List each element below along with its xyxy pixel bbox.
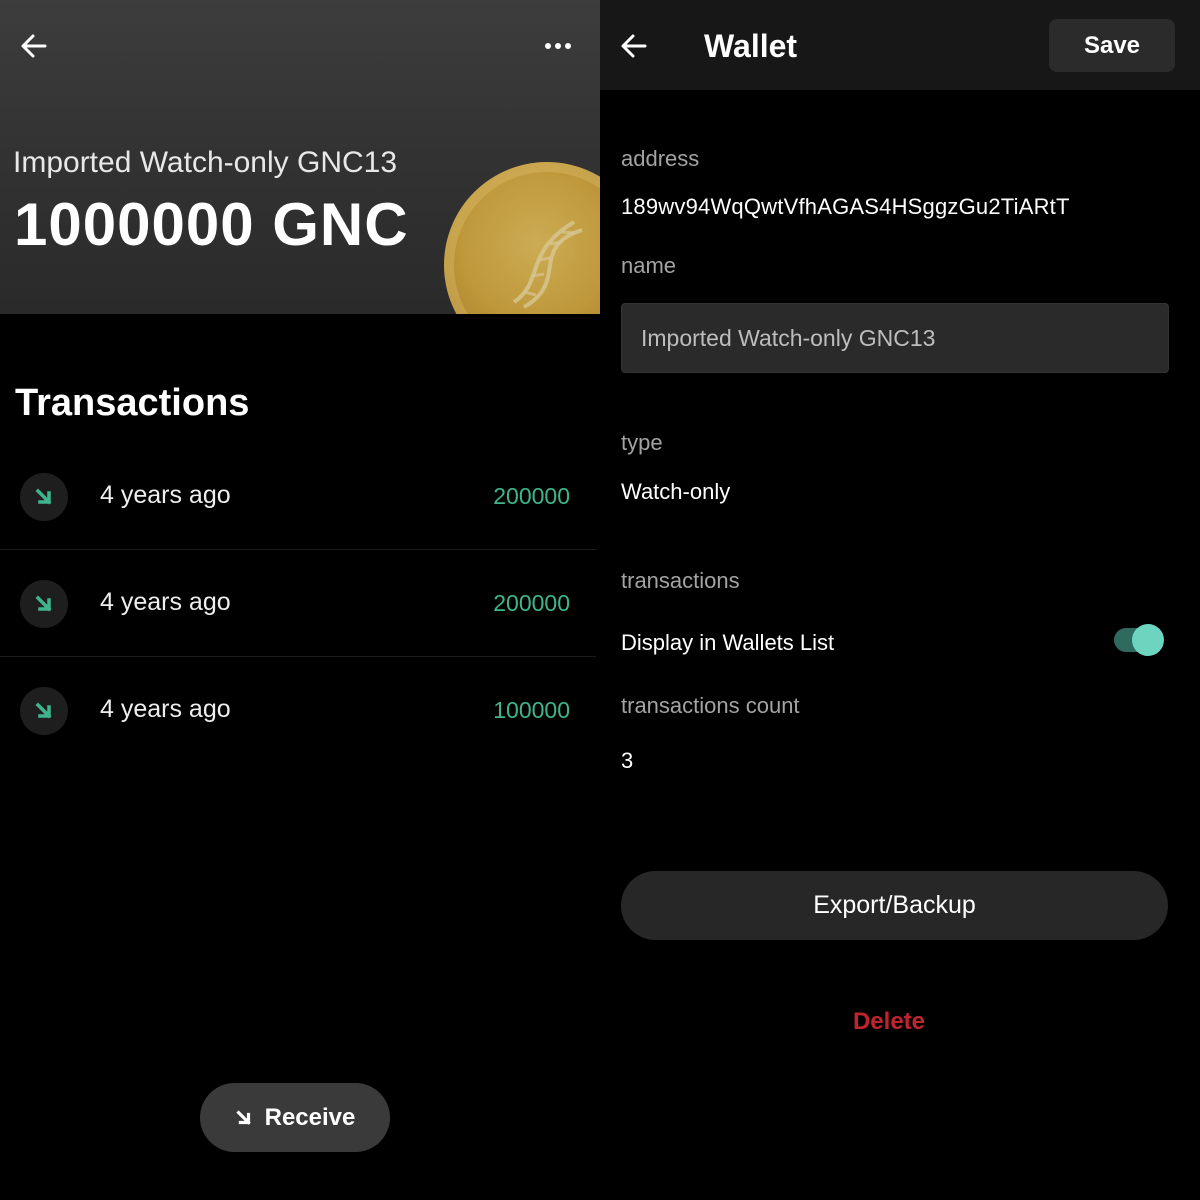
transactions-label: transactions (621, 568, 740, 593)
transaction-row[interactable]: 4 years ago 200000 (0, 443, 596, 550)
transactions-heading: Transactions (15, 382, 250, 424)
incoming-icon-badge (20, 687, 68, 735)
transaction-amount: 100000 (493, 697, 570, 723)
transactions-list: 4 years ago 200000 4 years ago 200000 4 … (0, 443, 596, 763)
display-in-wallets-list-toggle[interactable] (1112, 624, 1166, 656)
transactions-count-label: transactions count (621, 693, 800, 718)
arrow-down-right-icon (35, 702, 52, 719)
arrow-left-icon (621, 34, 647, 58)
display-in-wallets-list-label: Display in Wallets List (621, 630, 835, 655)
delete-button[interactable]: Delete (600, 1008, 1178, 1036)
more-options-button[interactable] (538, 26, 578, 66)
dna-coin-icon (444, 162, 600, 314)
toggle-thumb (1132, 624, 1164, 656)
address-label: address (621, 146, 700, 171)
arrow-down-right-icon (235, 1109, 251, 1125)
transaction-time: 4 years ago (100, 695, 231, 723)
type-value: Watch-only (621, 479, 731, 504)
transaction-amount: 200000 (493, 483, 570, 509)
address-value: 189wv94WqQwtVfhAGAS4HSggzGu2TiARtT (621, 194, 1070, 219)
transaction-row[interactable]: 4 years ago 200000 (0, 550, 596, 657)
wallet-name-field-value: Imported Watch-only GNC13 (641, 324, 936, 351)
transaction-time: 4 years ago (100, 588, 231, 616)
wallet-balance: 1000000 GNC (14, 191, 409, 258)
wallet-transactions-screen: Imported Watch-only GNC13 1000000 GNC Tr… (0, 0, 600, 1200)
wallet-header-card: Imported Watch-only GNC13 1000000 GNC (0, 0, 600, 314)
wallet-name-field[interactable]: Imported Watch-only GNC13 (621, 303, 1169, 373)
incoming-icon-badge (20, 473, 68, 521)
wallet-name: Imported Watch-only GNC13 (13, 146, 398, 179)
save-button[interactable]: Save (1049, 19, 1175, 72)
receive-label: Receive (264, 1103, 356, 1131)
name-label: name (621, 253, 677, 278)
wallet-details-screen: Wallet Save address 189wv94WqQwtVfhAGAS4… (600, 0, 1200, 1200)
arrow-left-icon (21, 34, 47, 58)
transactions-count-value: 3 (621, 748, 634, 773)
back-button[interactable] (614, 26, 654, 66)
page-title: Wallet (704, 28, 798, 64)
receive-button[interactable]: Receive (200, 1083, 390, 1152)
top-app-bar: Wallet Save (600, 0, 1200, 90)
arrow-down-right-icon (35, 595, 52, 612)
arrow-down-right-icon (35, 488, 52, 505)
more-horizontal-icon (545, 43, 571, 49)
type-label: type (621, 430, 663, 455)
back-button[interactable] (14, 26, 54, 66)
transaction-time: 4 years ago (100, 481, 231, 509)
transaction-amount: 200000 (493, 590, 570, 616)
incoming-icon-badge (20, 580, 68, 628)
export-backup-button[interactable]: Export/Backup (621, 871, 1168, 940)
transaction-row[interactable]: 4 years ago 100000 (0, 657, 596, 763)
